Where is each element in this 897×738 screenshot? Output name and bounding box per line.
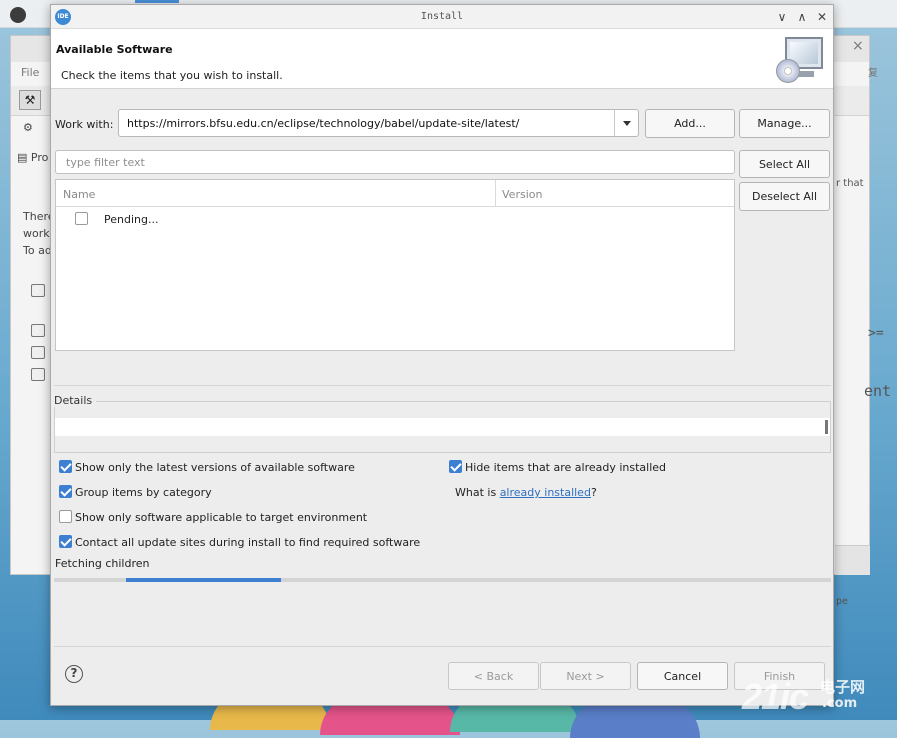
hammer-icon: ⚒ — [19, 90, 41, 110]
details-scrollbar[interactable] — [825, 420, 828, 434]
folder-icon — [31, 346, 45, 359]
background-right-label: 复 — [868, 68, 878, 79]
option-contact-update-sites-label: Contact all update sites during install … — [75, 536, 421, 549]
cancel-button[interactable]: Cancel — [637, 662, 728, 690]
option-group-by-category-label: Group items by category — [75, 486, 212, 499]
background-project-tab: ▤ Pro — [17, 151, 49, 164]
sash-divider[interactable] — [54, 385, 831, 386]
chevron-down-icon[interactable] — [614, 110, 638, 136]
header-subtitle: Check the items that you wish to install… — [61, 69, 283, 82]
deselect-all-button[interactable]: Deselect All — [739, 182, 830, 211]
software-table: Name Version Pending... — [55, 179, 735, 351]
what-is-installed-text: What is already installed? — [455, 486, 597, 499]
background-bottom-panel — [835, 545, 870, 575]
close-button[interactable]: ✕ — [813, 8, 831, 26]
option-target-environment-checkbox[interactable] — [59, 510, 72, 523]
background-right-text: pe — [836, 596, 849, 607]
work-with-value: https://mirrors.bfsu.edu.cn/eclipse/tech… — [127, 117, 520, 130]
option-latest-versions-checkbox[interactable] — [59, 460, 72, 473]
progress-bar — [54, 578, 831, 582]
help-icon[interactable]: ? — [65, 665, 83, 683]
header-title: Available Software — [56, 43, 173, 56]
option-latest-versions[interactable]: Show only the latest versions of availab… — [59, 460, 439, 476]
background-right-code: ent — [864, 382, 892, 400]
details-label: Details — [54, 394, 97, 407]
progress-fill — [126, 578, 281, 582]
minimize-button[interactable]: ∨ — [773, 8, 791, 26]
option-group-by-category-checkbox[interactable] — [59, 485, 72, 498]
add-button[interactable]: Add... — [645, 109, 735, 138]
option-hide-installed-checkbox[interactable] — [449, 460, 462, 473]
option-target-environment[interactable]: Show only software applicable to target … — [59, 510, 439, 526]
option-hide-installed[interactable]: Hide items that are already installed — [449, 460, 819, 476]
dialog-header: Available Software Check the items that … — [51, 29, 833, 89]
file-icon — [31, 324, 45, 337]
background-right-text: r that — [836, 178, 864, 189]
option-contact-update-sites-checkbox[interactable] — [59, 535, 72, 548]
back-button[interactable]: < Back — [448, 662, 539, 690]
background-right-code: >= — [868, 326, 884, 341]
row-checkbox[interactable] — [75, 212, 88, 225]
next-button[interactable]: Next > — [540, 662, 631, 690]
row-name: Pending... — [104, 213, 159, 226]
background-toolbar-icon: ⚙ — [23, 121, 33, 134]
details-group: Details — [54, 394, 831, 453]
already-installed-link[interactable]: already installed — [500, 486, 591, 499]
maximize-button[interactable]: ∧ — [793, 8, 811, 26]
dialog-titlebar: IDE Install ∨ ∧ ✕ — [51, 5, 833, 29]
option-target-environment-label: Show only software applicable to target … — [75, 511, 368, 524]
background-menu-file: File — [21, 66, 40, 79]
work-with-label: Work with: — [55, 118, 114, 131]
manage-button[interactable]: Manage... — [739, 109, 830, 138]
dialog-title: Install — [420, 11, 464, 22]
select-all-button[interactable]: Select All — [739, 150, 830, 178]
install-dialog: IDE Install ∨ ∧ ✕ Available Software Che… — [50, 4, 834, 706]
filter-input[interactable] — [55, 150, 735, 174]
column-header-version[interactable]: Version — [502, 188, 542, 201]
details-text-area[interactable] — [55, 418, 830, 436]
desktop-logo-icon — [10, 7, 26, 23]
table-header: Name Version — [56, 180, 734, 207]
button-bar-divider — [54, 646, 831, 647]
watermark-logo: 21ic 电子网 .com — [742, 676, 866, 717]
option-contact-update-sites[interactable]: Contact all update sites during install … — [59, 535, 439, 551]
work-with-combo[interactable]: https://mirrors.bfsu.edu.cn/eclipse/tech… — [118, 109, 639, 137]
background-close-icon: × — [852, 38, 864, 54]
table-row[interactable]: Pending... — [56, 208, 734, 230]
column-header-name[interactable]: Name — [63, 188, 95, 201]
option-group-by-category[interactable]: Group items by category — [59, 485, 439, 501]
folder-icon — [31, 368, 45, 381]
option-latest-versions-label: Show only the latest versions of availab… — [75, 461, 355, 474]
file-icon — [31, 284, 45, 297]
status-text: Fetching children — [55, 557, 150, 570]
option-hide-installed-label: Hide items that are already installed — [465, 461, 667, 474]
active-tab-indicator — [135, 0, 179, 3]
monitor-cd-icon — [776, 37, 826, 83]
